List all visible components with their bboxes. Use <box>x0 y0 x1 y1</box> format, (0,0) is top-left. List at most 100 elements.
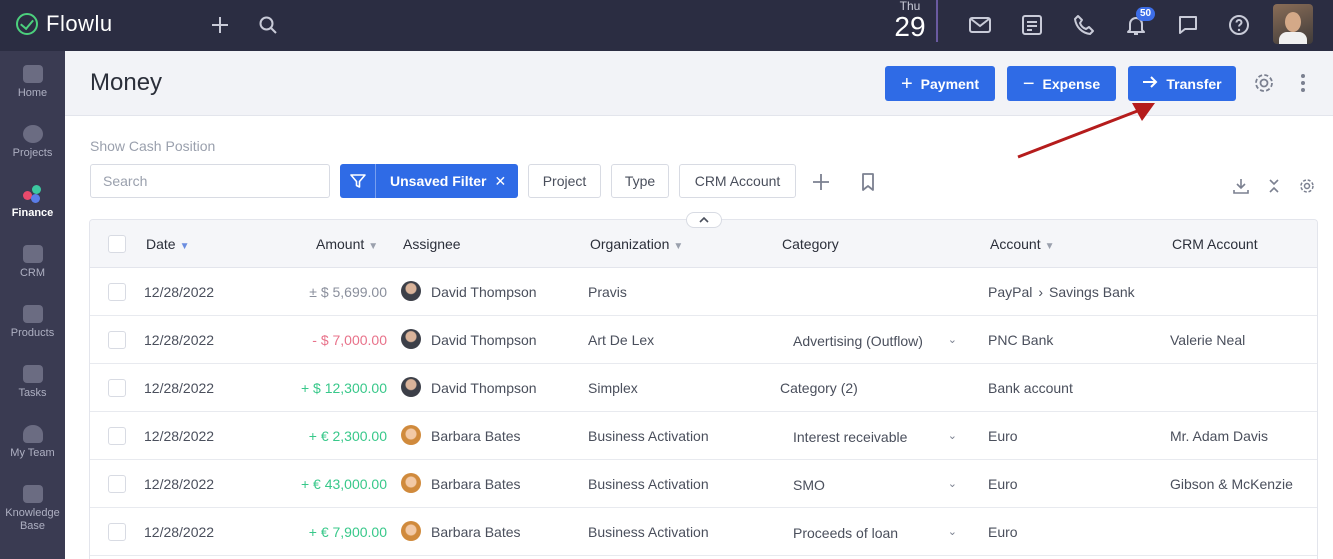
arrow-right-icon <box>1142 75 1158 92</box>
add-filter-icon[interactable] <box>810 171 832 193</box>
mail-icon[interactable] <box>967 12 993 38</box>
sidebar-item-tasks[interactable]: Tasks <box>0 351 65 411</box>
annotation-arrow <box>1017 103 1155 159</box>
main-content: Show Cash Position Unsaved Filter ✕ Proj… <box>65 116 1333 559</box>
chevron-down-icon: ⌄ <box>947 430 957 442</box>
table-row[interactable]: 12/28/2022 + € 2,300.00 Barbara Bates Busin… <box>90 412 1317 460</box>
sidebar-item-my-team[interactable]: My Team <box>0 411 65 471</box>
search-icon[interactable] <box>255 12 281 38</box>
sidebar-item-projects[interactable]: Projects <box>0 111 65 171</box>
plus-icon[interactable] <box>207 12 233 38</box>
chevron-up-icon <box>699 217 709 223</box>
cell-assignee[interactable]: David Thompson <box>431 380 537 396</box>
cell-organization[interactable]: Pravis <box>588 284 627 300</box>
table-settings-icon[interactable] <box>1297 176 1317 196</box>
date-widget[interactable]: Thu 29 <box>884 0 938 42</box>
cell-amount: ± $ 5,699.00 <box>309 284 387 300</box>
cell-organization[interactable]: Simplex <box>588 380 638 396</box>
row-checkbox[interactable] <box>108 475 126 493</box>
gear-icon[interactable] <box>1252 71 1276 95</box>
column-header-organization[interactable]: Organization ▼ <box>590 236 683 252</box>
cell-account: Bank account <box>988 380 1073 396</box>
filter-project[interactable]: Project <box>528 164 601 198</box>
cell-assignee[interactable]: Barbara Bates <box>431 428 521 444</box>
app-logo[interactable]: Flowlu <box>16 11 113 37</box>
assignee-avatar <box>401 425 421 445</box>
filter-type[interactable]: Type <box>611 164 669 198</box>
assignee-avatar <box>401 377 421 397</box>
cell-crm-account[interactable]: Mr. Adam Davis <box>1170 428 1268 444</box>
column-header-category[interactable]: Category <box>782 236 839 252</box>
category-select[interactable]: Advertising (Outflow) ⌄ <box>780 324 965 356</box>
sidebar-item-crm[interactable]: CRM <box>0 231 65 291</box>
cell-assignee[interactable]: David Thompson <box>431 332 537 348</box>
category-select[interactable]: Proceeds of loan ⌄ <box>780 516 965 548</box>
page-title: Money <box>90 69 163 96</box>
table-row[interactable]: 12/28/2022 + € 43,000.00 Barbara Bates Busi… <box>90 460 1317 508</box>
category-select[interactable]: Interest receivable ⌄ <box>780 420 965 452</box>
sidebar-item-knowledge-base[interactable]: Knowledge Base <box>0 471 65 532</box>
cell-account: PayPal › Savings Bank <box>988 284 1135 300</box>
table-row[interactable]: 12/28/2022 - $ 7,000.00 David Thompson Art … <box>90 316 1317 364</box>
search-input[interactable] <box>90 164 330 198</box>
filter-crm-account[interactable]: CRM Account <box>679 164 796 198</box>
sidebar-item-label: Finance <box>11 207 54 219</box>
column-header-date[interactable]: Date ▼ <box>146 236 189 252</box>
cell-assignee[interactable]: David Thompson <box>431 284 537 300</box>
collapse-filters-toggle[interactable] <box>686 212 722 228</box>
filter-label: Unsaved Filter <box>390 173 487 189</box>
finance-icon <box>22 185 43 203</box>
sidebar-item-finance[interactable]: Finance <box>0 171 65 231</box>
assignee-avatar <box>401 281 421 301</box>
column-header-crm-account[interactable]: CRM Account <box>1172 236 1258 252</box>
cell-organization[interactable]: Business Activation <box>588 476 709 492</box>
cell-assignee[interactable]: Barbara Bates <box>431 476 521 492</box>
category-value: Proceeds of loan <box>793 525 899 541</box>
chevron-down-icon: ⌄ <box>947 478 957 490</box>
column-header-account[interactable]: Account ▼ <box>990 236 1055 252</box>
cell-assignee[interactable]: Barbara Bates <box>431 524 521 540</box>
collapse-rows-icon[interactable] <box>1264 176 1284 196</box>
phone-icon[interactable] <box>1071 12 1097 38</box>
sidebar-item-home[interactable]: Home <box>0 51 65 111</box>
add-payment-button[interactable]: + Payment <box>885 66 995 101</box>
show-cash-position-link[interactable]: Show Cash Position <box>90 138 215 154</box>
close-icon[interactable]: ✕ <box>494 173 506 190</box>
category-select[interactable]: SMO ⌄ <box>780 468 965 500</box>
help-icon[interactable] <box>1226 12 1252 38</box>
sidebar-item-products[interactable]: Products <box>0 291 65 351</box>
download-icon[interactable] <box>1231 176 1251 196</box>
cell-amount: + € 7,900.00 <box>308 524 387 540</box>
more-options-icon[interactable] <box>1293 71 1313 95</box>
table-row[interactable]: 12/28/2022 + $ 12,300.00 David Thompson Sim… <box>90 364 1317 412</box>
row-checkbox[interactable] <box>108 427 126 445</box>
row-checkbox[interactable] <box>108 283 126 301</box>
column-header-assignee[interactable]: Assignee <box>403 236 461 252</box>
table-row[interactable]: 12/28/2022 + € 7,900.00 Barbara Bates Busin… <box>90 508 1317 556</box>
home-icon <box>22 65 43 83</box>
row-checkbox[interactable] <box>108 523 126 541</box>
row-checkbox[interactable] <box>108 331 126 349</box>
plus-icon: + <box>900 72 913 95</box>
cell-organization[interactable]: Business Activation <box>588 428 709 444</box>
projects-icon <box>22 125 43 143</box>
unsaved-filter-chip[interactable]: Unsaved Filter ✕ <box>340 164 518 198</box>
row-checkbox[interactable] <box>108 379 126 397</box>
notes-icon[interactable] <box>1019 12 1045 38</box>
crm-icon <box>22 245 43 263</box>
chat-icon[interactable] <box>1175 12 1201 38</box>
table-row[interactable]: 12/28/2022 ± $ 5,699.00 David Thompson Prav… <box>90 268 1317 316</box>
cell-organization[interactable]: Art De Lex <box>588 332 654 348</box>
assignee-avatar <box>401 473 421 493</box>
select-all-checkbox[interactable] <box>108 235 126 253</box>
cell-crm-account[interactable]: Valerie Neal <box>1170 332 1245 348</box>
cell-crm-account[interactable]: Gibson & McKenzie <box>1170 476 1293 492</box>
transfer-label: Transfer <box>1166 75 1222 92</box>
assignee-avatar <box>401 521 421 541</box>
user-avatar[interactable] <box>1273 4 1313 44</box>
chevron-right-icon: › <box>1038 284 1044 300</box>
bookmark-icon[interactable] <box>858 171 878 193</box>
cell-organization[interactable]: Business Activation <box>588 524 709 540</box>
column-header-amount[interactable]: Amount ▼ <box>316 236 378 252</box>
cell-category: Category (2) <box>780 380 858 396</box>
